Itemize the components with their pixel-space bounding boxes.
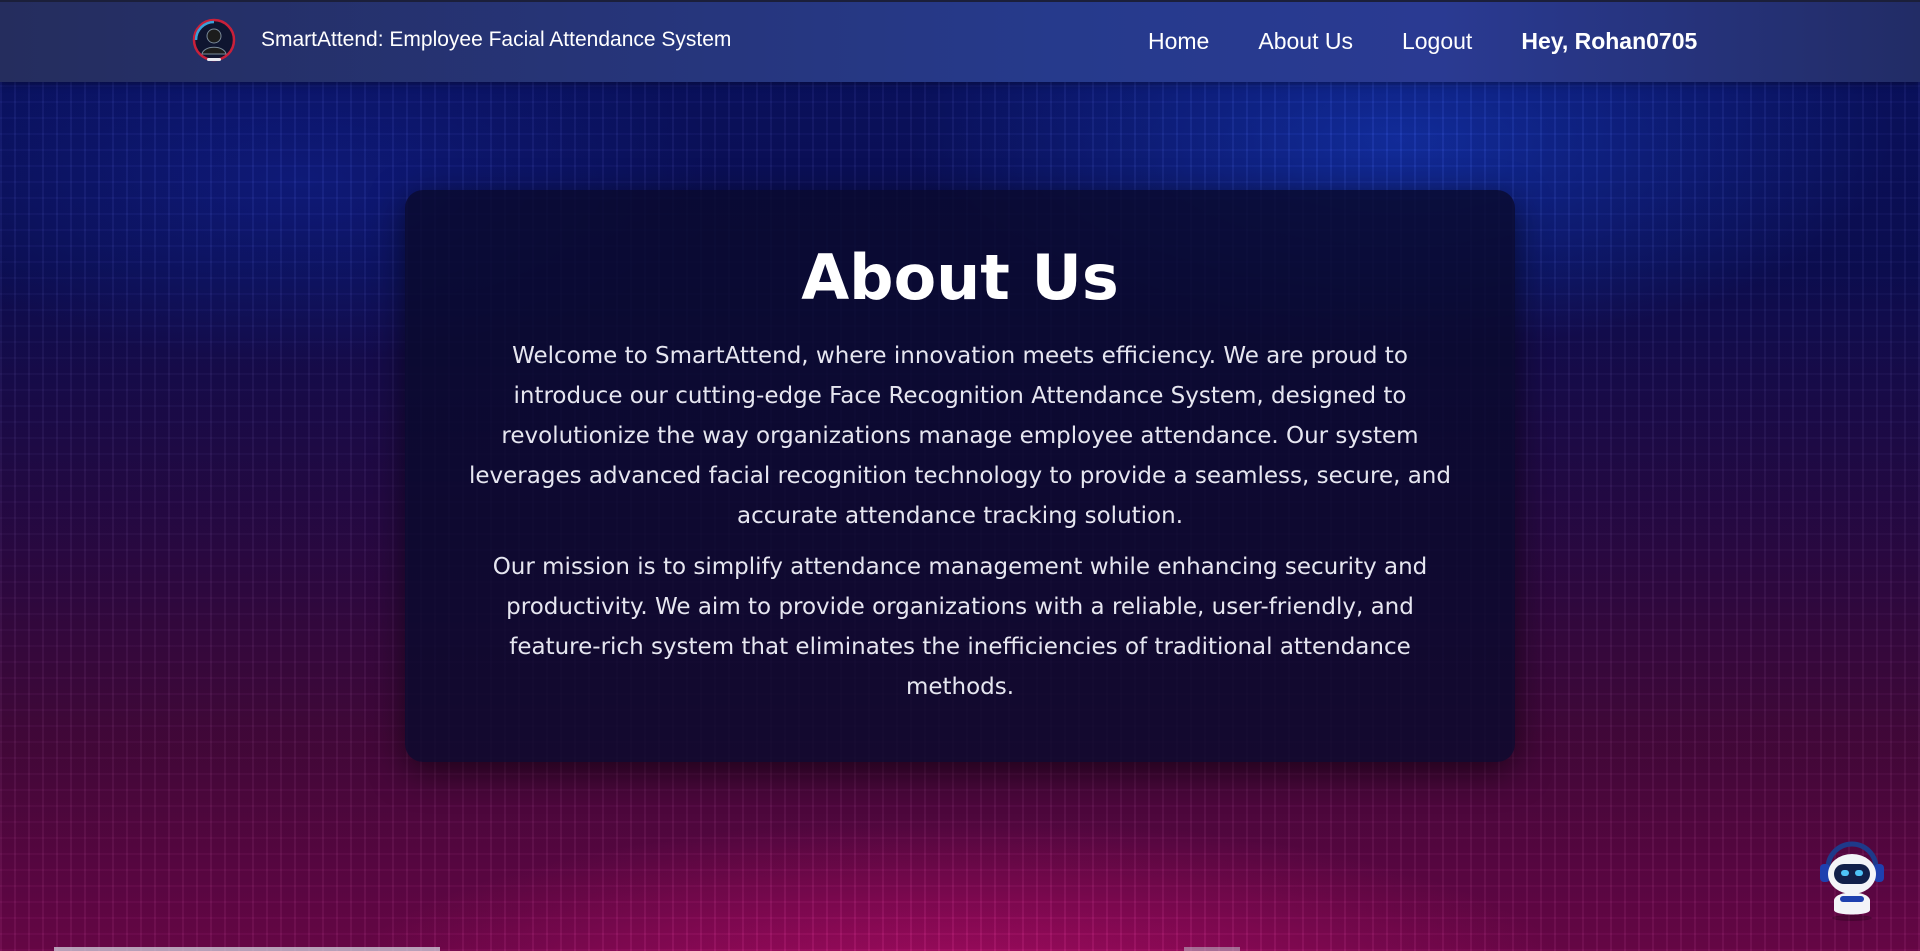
horizontal-scrollbar[interactable] [54,947,440,951]
user-greeting: Hey, Rohan0705 [1521,28,1698,54]
about-card: About Us Welcome to SmartAttend, where i… [405,190,1515,762]
about-paragraph-intro: Welcome to SmartAttend, where innovation… [469,343,1451,529]
scrollbar-segment [1184,947,1240,951]
chatbot-button[interactable] [1812,838,1892,922]
robot-chat-icon [1820,841,1884,921]
about-paragraph-mission: Our mission is to simplify attendance ma… [492,554,1428,700]
nav-about-link[interactable]: About Us [1258,28,1353,55]
brand[interactable]: SmartAttend: Employee Facial Attendance … [192,18,731,62]
nav-logout-link[interactable]: Logout [1402,28,1472,55]
nav-home-link[interactable]: Home [1148,28,1209,55]
face-scan-logo-icon [192,18,236,62]
page-title: About Us [801,241,1119,314]
brand-title: SmartAttend: Employee Facial Attendance … [261,28,732,51]
top-navbar: SmartAttend: Employee Facial Attendance … [0,0,1920,82]
main-nav: Home About Us Logout Hey, Rohan0705 [1148,28,1697,55]
